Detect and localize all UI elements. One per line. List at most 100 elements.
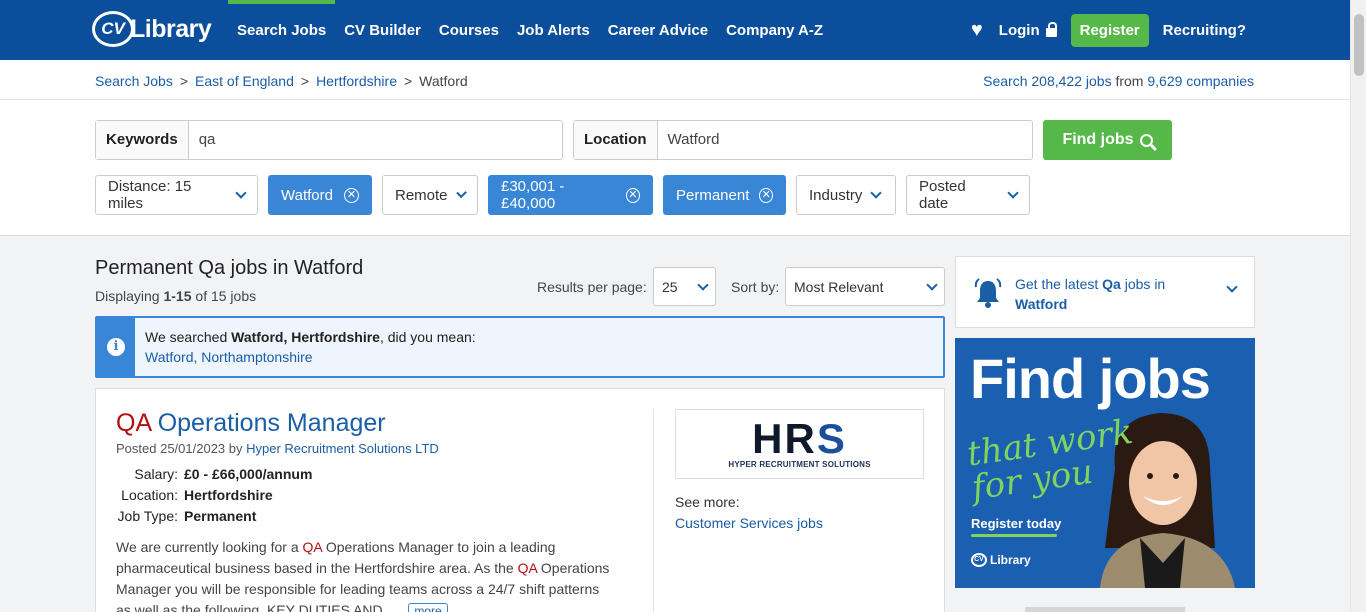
desc-highlight: QA [517,560,538,576]
posted-date: Posted 25/01/2023 by [116,441,247,456]
cv-library-logo[interactable]: CV Library [92,9,212,49]
logo-letter-s: S [816,414,847,462]
notice-suffix: , did you mean: [379,329,476,345]
alert-keyword: Qa [1102,276,1121,292]
remote-filter[interactable]: Remote [382,175,478,215]
breadcrumb-current: Watford [419,73,468,89]
did-you-mean-notice: i We searched Watford, Hertfordshire, di… [95,316,945,378]
salary-value: £0 - £66,000/annum [184,466,313,482]
job-alert-box[interactable]: Get the latest Qa jobs in Watford [955,256,1255,328]
breadcrumb-search-jobs[interactable]: Search Jobs [95,73,173,89]
location-row: Location: Hertfordshire [116,485,312,506]
company-link[interactable]: Hyper Recruitment Solutions LTD [246,441,439,456]
advert-banner[interactable]: Find jobs that work for you Register tod… [955,338,1255,588]
search-panel: Keywords qa Location Watford Find jobs D… [0,100,1350,236]
notice-prefix: We searched [145,329,232,345]
alert-location: Watford [1015,296,1068,312]
breadcrumb-separator: > [300,73,310,89]
nav-courses[interactable]: Courses [430,0,508,60]
sort-by-value: Most Relevant [794,278,884,295]
results-per-page-value: 25 [662,278,678,295]
salary-label: Salary: [134,466,178,482]
remove-filter-icon[interactable]: ✕ [344,187,359,203]
permanent-chip-label: Permanent [676,186,750,204]
see-more-label: See more: [675,494,740,510]
ad-logo-text: Library [990,553,1031,567]
stats-middle: from [1111,73,1148,89]
posted-date-filter[interactable]: Posted date [906,175,1030,215]
results-per-page-label: Results per page: [537,279,647,295]
location-field[interactable]: Location Watford [573,120,1033,160]
job-title-highlight: QA [116,409,151,437]
company-logo[interactable]: HRS HYPER RECRUITMENT SOLUTIONS [675,409,924,479]
salary-filter-chip[interactable]: £30,001 - £40,000 ✕ [488,175,653,215]
login-label: Login [998,21,1040,39]
sort-by-label: Sort by: [731,279,780,295]
breadcrumb-separator: > [179,73,189,89]
recruiting-link[interactable]: Recruiting? [1163,22,1246,39]
nav-cv-builder[interactable]: CV Builder [335,0,430,60]
heart-icon[interactable]: ♥ [971,19,983,42]
page-scrollbar[interactable] [1350,0,1366,612]
chevron-down-icon [926,278,938,291]
customer-services-jobs-link[interactable]: Customer Services jobs [675,515,823,531]
job-alert-text: Get the latest Qa jobs in Watford [1015,274,1205,314]
permanent-filter-chip[interactable]: Permanent ✕ [663,175,786,215]
location-input[interactable]: Watford [658,121,730,159]
nav-company-a-z[interactable]: Company A-Z [717,0,832,60]
more-button[interactable]: more [408,603,448,612]
login-link[interactable]: Login [998,21,1057,39]
main-nav: Search Jobs CV Builder Courses Job Alert… [228,0,832,60]
job-title-link[interactable]: QA Operations Manager [116,409,386,438]
job-type-row: Job Type: Permanent [116,506,312,527]
bell-icon [974,278,1002,308]
site-stats: Search 208,422 jobs from 9,629 companies [983,73,1254,89]
distance-filter[interactable]: Distance: 15 miles [95,175,258,215]
remove-filter-icon[interactable]: ✕ [759,187,773,203]
notice-searched-location: Watford, Hertfordshire [231,329,380,345]
chevron-down-icon [870,187,883,199]
suggested-location-link[interactable]: Watford, Northamptonshire [145,349,313,365]
results-count-range: 1-15 [163,288,192,304]
breadcrumb-hertfordshire[interactable]: Hertfordshire [316,73,397,89]
info-icon: i [107,338,125,356]
sort-by-select[interactable]: Most Relevant [785,267,945,306]
location-label: Location: [121,487,178,503]
breadcrumb-east-of-england[interactable]: East of England [195,73,294,89]
see-more-section: See more: Customer Services jobs [675,492,823,534]
industry-filter[interactable]: Industry [796,175,896,215]
ad-headline: Find jobs [970,347,1211,410]
hrs-logo-mark: HRS [752,417,847,459]
stats-prefix: Search [983,73,1032,89]
card-divider [653,409,654,612]
stats-companies-link[interactable]: 9,629 companies [1147,73,1254,89]
alert-prefix: Get the latest [1015,276,1103,292]
chevron-down-icon[interactable] [1226,281,1238,293]
results-per-page-select[interactable]: 25 [653,267,716,306]
ad-logo: CV Library [971,553,1031,567]
industry-filter-label: Industry [809,186,863,204]
keywords-field[interactable]: Keywords qa [95,120,563,160]
next-ad-edge [1025,607,1185,612]
nav-career-advice[interactable]: Career Advice [599,0,717,60]
find-jobs-button[interactable]: Find jobs [1043,120,1172,160]
salary-row: Salary: £0 - £66,000/annum [116,464,312,485]
nav-job-alerts[interactable]: Job Alerts [508,0,599,60]
desc-part: We are currently looking for a [116,539,303,555]
watford-filter-chip[interactable]: Watford ✕ [268,175,372,215]
ad-cta[interactable]: Register today [971,516,1061,531]
keywords-label: Keywords [96,121,189,159]
remove-filter-icon[interactable]: ✕ [625,187,640,203]
register-button[interactable]: Register [1070,13,1149,47]
nav-search-jobs[interactable]: Search Jobs [228,0,336,60]
chevron-down-icon [235,187,247,199]
scrollbar-thumb[interactable] [1354,14,1364,76]
keywords-input[interactable]: qa [189,121,226,159]
stats-jobs-link[interactable]: 208,422 jobs [1031,73,1111,89]
location-value: Hertfordshire [184,487,273,503]
remote-filter-label: Remote [395,186,448,204]
results-count-prefix: Displaying [95,288,164,304]
breadcrumb-bar: Search Jobs > East of England > Hertford… [0,60,1350,100]
ad-logo-mark: CV [971,553,987,567]
location-label: Location [574,121,658,159]
